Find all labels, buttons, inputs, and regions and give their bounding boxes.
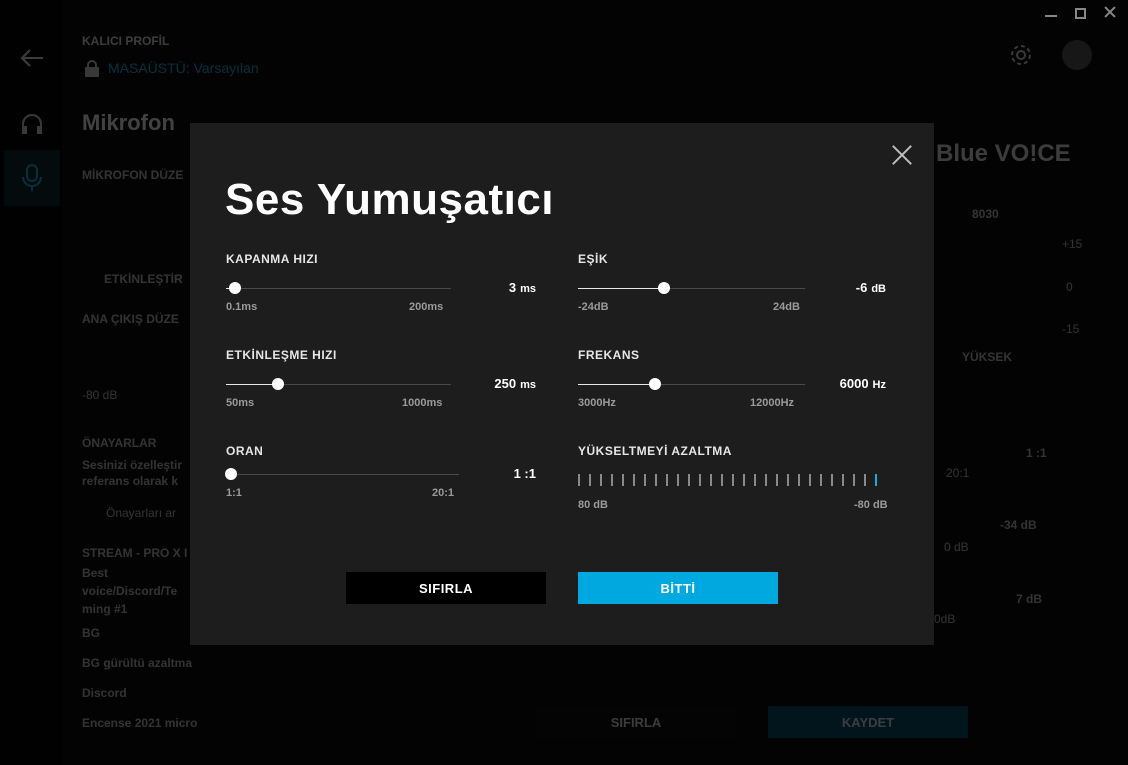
threshold-max: 24dB bbox=[773, 301, 800, 313]
gain-reduction-tick bbox=[611, 474, 613, 486]
gain-reduction-tick bbox=[688, 474, 690, 486]
gain-reduction-label: YÜKSELTMEYİ AZALTMA bbox=[578, 444, 732, 458]
ratio-max: 20:1 bbox=[432, 487, 455, 499]
release-label: KAPANMA HIZI bbox=[226, 252, 318, 266]
ratio-min: 1:1 bbox=[226, 487, 242, 499]
threshold-label: EŞİK bbox=[578, 252, 609, 266]
gain-reduction-tick bbox=[809, 474, 811, 486]
gain-reduction-tick bbox=[787, 474, 789, 486]
attack-slider[interactable] bbox=[226, 378, 451, 390]
gain-reduction-meter-group: YÜKSELTMEYİ AZALTMA 80 dB -80 dB bbox=[578, 444, 903, 514]
gain-reduction-tick bbox=[732, 474, 734, 486]
gain-reduction-tick bbox=[644, 474, 646, 486]
frequency-value: 6000 Hz bbox=[839, 376, 886, 391]
gain-reduction-tick bbox=[831, 474, 833, 486]
app-window: KALICI PROFİL MASAÜSTÜ: Varsayılan Mikro… bbox=[0, 0, 1128, 765]
attack-max: 1000ms bbox=[402, 397, 443, 409]
gain-reduction-tick bbox=[853, 474, 855, 486]
gain-reduction-tick bbox=[710, 474, 712, 486]
dialog-title: Ses Yumuşatıcı bbox=[225, 175, 555, 224]
gain-reduction-tick bbox=[721, 474, 723, 486]
gain-reduction-tick bbox=[743, 474, 745, 486]
gain-reduction-min: 80 dB bbox=[578, 499, 608, 511]
threshold-slider[interactable] bbox=[578, 282, 805, 294]
attack-min: 50ms bbox=[226, 397, 255, 409]
gain-reduction-tick bbox=[677, 474, 679, 486]
frequency-slider-knob[interactable] bbox=[649, 378, 661, 390]
gain-reduction-tick bbox=[776, 474, 778, 486]
frequency-max: 12000Hz bbox=[750, 397, 795, 409]
gain-reduction-meter bbox=[578, 474, 877, 486]
gain-reduction-tick bbox=[754, 474, 756, 486]
gain-reduction-tick bbox=[633, 474, 635, 486]
gain-reduction-tick bbox=[655, 474, 657, 486]
threshold-value: -6 dB bbox=[855, 280, 886, 295]
gain-reduction-tick bbox=[578, 474, 580, 486]
gain-reduction-tick bbox=[600, 474, 602, 486]
gain-reduction-tick bbox=[666, 474, 668, 486]
gain-reduction-tick bbox=[875, 474, 877, 486]
ratio-value: 1 :1 bbox=[513, 466, 536, 481]
release-max: 200ms bbox=[409, 301, 444, 313]
close-icon[interactable] bbox=[892, 145, 912, 165]
release-slider-group: KAPANMA HIZI 0.1ms 200ms 3 ms bbox=[226, 252, 536, 313]
gain-reduction-tick bbox=[699, 474, 701, 486]
ratio-slider-group: ORAN 1:1 20:1 1 :1 bbox=[225, 444, 536, 504]
frequency-label: FREKANS bbox=[578, 348, 640, 362]
threshold-slider-knob[interactable] bbox=[658, 282, 670, 294]
frequency-slider[interactable] bbox=[578, 378, 805, 390]
ratio-slider-knob[interactable] bbox=[225, 468, 237, 480]
ratio-label: ORAN bbox=[226, 444, 264, 458]
ratio-slider[interactable] bbox=[225, 468, 459, 480]
frequency-slider-group: FREKANS 3000Hz 12000Hz 6000 Hz bbox=[578, 348, 888, 409]
done-button[interactable]: BİTTİ bbox=[578, 572, 778, 604]
release-slider[interactable] bbox=[226, 282, 451, 294]
attack-label: ETKİNLEŞME HIZI bbox=[226, 348, 337, 362]
reset-button[interactable]: SIFIRLA bbox=[346, 572, 546, 604]
gain-reduction-tick bbox=[820, 474, 822, 486]
threshold-slider-group: EŞİK -24dB 24dB -6 dB bbox=[578, 252, 888, 313]
gain-reduction-tick bbox=[622, 474, 624, 486]
attack-value: 250 ms bbox=[494, 376, 536, 391]
attack-slider-group: ETKİNLEŞME HIZI 50ms 1000ms 250 ms bbox=[226, 348, 536, 409]
gain-reduction-tick bbox=[842, 474, 844, 486]
release-value: 3 ms bbox=[508, 280, 536, 295]
gain-reduction-tick bbox=[589, 474, 591, 486]
frequency-min: 3000Hz bbox=[578, 397, 616, 409]
release-slider-knob[interactable] bbox=[229, 282, 241, 294]
noise-softener-dialog: Ses Yumuşatıcı KAPANMA HIZI 0.1ms 200ms … bbox=[190, 123, 934, 645]
attack-slider-knob[interactable] bbox=[272, 378, 284, 390]
release-min: 0.1ms bbox=[226, 301, 258, 313]
gain-reduction-tick bbox=[765, 474, 767, 486]
threshold-min: -24dB bbox=[578, 301, 609, 313]
gain-reduction-max: -80 dB bbox=[854, 499, 888, 511]
gain-reduction-tick bbox=[864, 474, 866, 486]
gain-reduction-tick bbox=[798, 474, 800, 486]
